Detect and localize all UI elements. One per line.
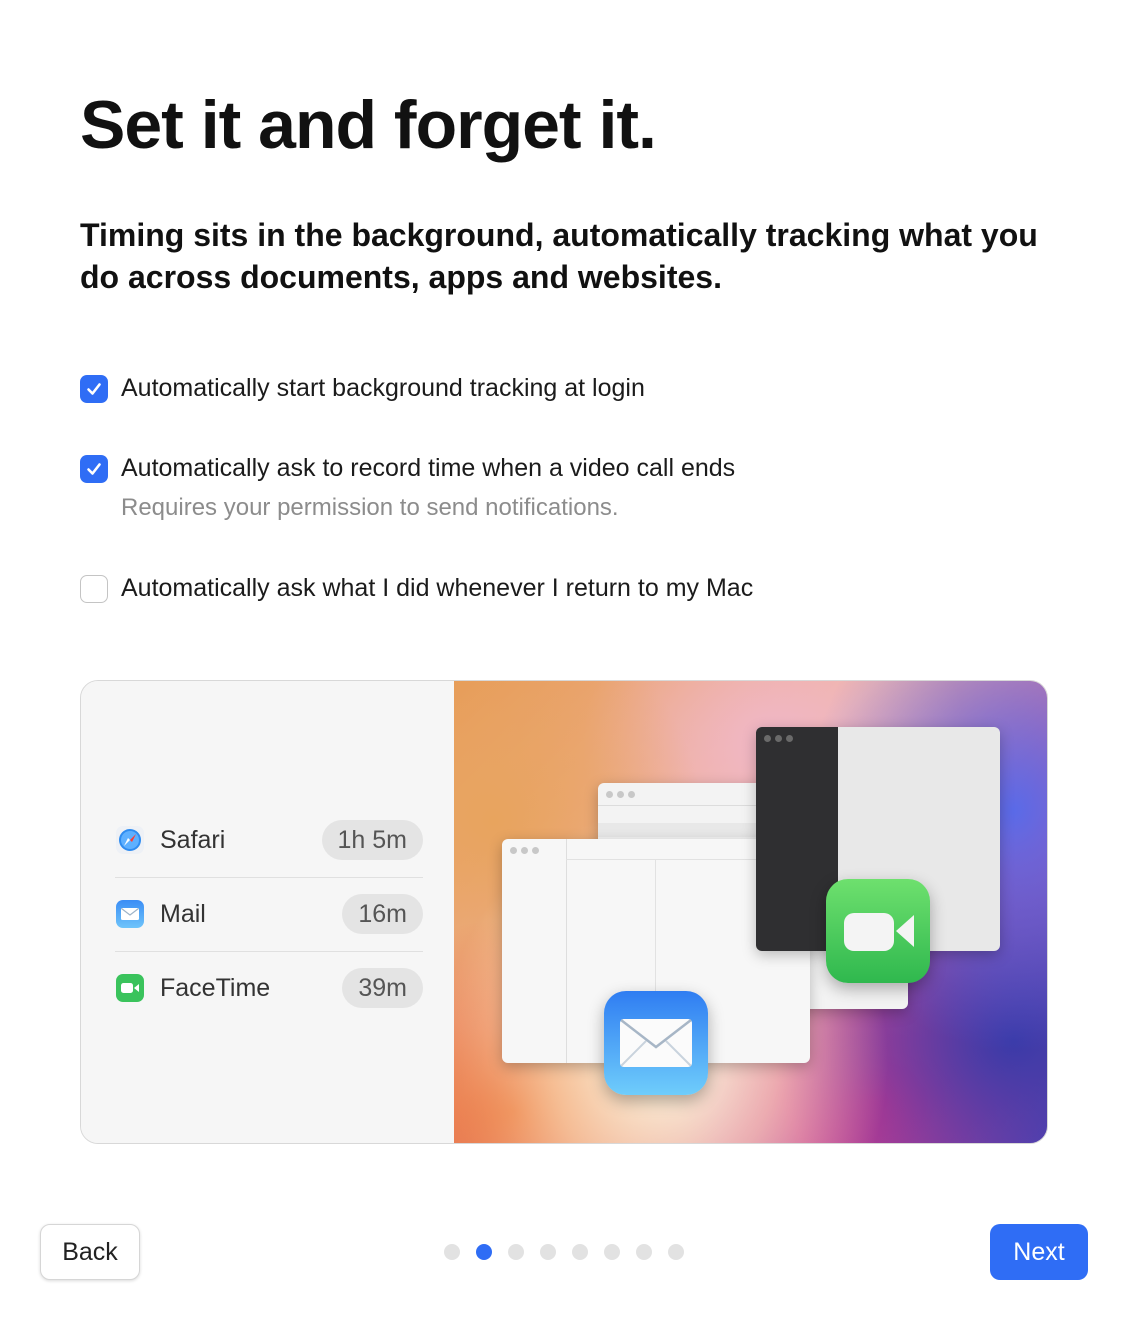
- app-name: Safari: [160, 825, 226, 854]
- page-title: Set it and forget it.: [80, 87, 657, 163]
- page-dot-active[interactable]: [476, 1244, 492, 1260]
- page-indicator: [444, 1244, 684, 1260]
- page-subtitle: Timing sits in the background, automatic…: [80, 217, 1038, 295]
- safari-icon: [115, 825, 145, 855]
- page-dot[interactable]: [540, 1244, 556, 1260]
- checkbox-video-call[interactable]: [80, 454, 108, 483]
- illustration: [454, 681, 1047, 1143]
- duration-badge: 1h 5m: [321, 820, 423, 860]
- checkbox-return-to-mac[interactable]: [80, 574, 108, 603]
- page-dot[interactable]: [572, 1244, 588, 1260]
- next-button[interactable]: Next: [990, 1224, 1088, 1280]
- option-return-to-mac[interactable]: Automatically ask what I did whenever I …: [80, 574, 753, 603]
- page-dot[interactable]: [444, 1244, 460, 1260]
- app-name: Mail: [160, 899, 206, 928]
- option-hint: Requires your permission to send notific…: [121, 494, 619, 521]
- option-label: Automatically ask to record time when a …: [121, 454, 736, 482]
- facetime-icon: [826, 879, 930, 983]
- option-label: Automatically start background tracking …: [121, 374, 645, 402]
- duration-badge: 16m: [342, 894, 423, 934]
- mail-icon: [115, 899, 145, 929]
- app-name: FaceTime: [160, 973, 271, 1002]
- facetime-icon: [115, 973, 145, 1003]
- page-dot[interactable]: [604, 1244, 620, 1260]
- page-dot[interactable]: [636, 1244, 652, 1260]
- list-item: Safari 1h 5m: [115, 803, 423, 878]
- checkmark-icon: [87, 462, 101, 475]
- mail-icon: [604, 991, 708, 1095]
- preview-panel: Safari 1h 5m Mail 16m FaceTime 39m: [80, 680, 1048, 1144]
- option-label: Automatically ask what I did whenever I …: [121, 574, 754, 602]
- back-button[interactable]: Back: [40, 1224, 140, 1280]
- checkbox-background-tracking[interactable]: [80, 374, 108, 403]
- app-usage-list: Safari 1h 5m Mail 16m FaceTime 39m: [81, 681, 454, 1143]
- duration-badge: 39m: [342, 968, 423, 1008]
- checkmark-icon: [87, 382, 101, 395]
- option-video-call[interactable]: Automatically ask to record time when a …: [80, 454, 735, 483]
- list-item: FaceTime 39m: [115, 951, 423, 1025]
- page-dot[interactable]: [508, 1244, 524, 1260]
- option-background-tracking[interactable]: Automatically start background tracking …: [80, 374, 645, 403]
- list-item: Mail 16m: [115, 877, 423, 952]
- page-dot[interactable]: [668, 1244, 684, 1260]
